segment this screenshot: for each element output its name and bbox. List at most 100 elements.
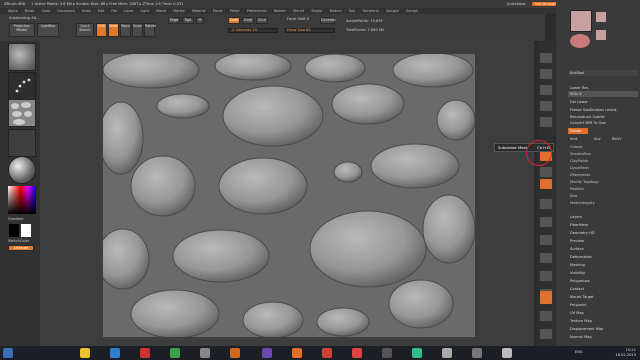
zremesher-section[interactable]: ZRemesher — [568, 172, 638, 178]
material-thumbnail[interactable] — [8, 156, 36, 184]
system-clock[interactable]: 10:21 18.02.2015 — [615, 348, 636, 358]
geometry-hd-section[interactable]: Geometry HD — [568, 230, 638, 236]
morph-target-section[interactable]: Morph Target — [568, 294, 638, 300]
quick-sketch-button[interactable]: Quick Sketch — [76, 23, 94, 37]
stroke-thumbnail[interactable] — [8, 72, 36, 100]
zcut-button[interactable]: Zcut — [256, 17, 268, 24]
contact-section[interactable]: Contact — [568, 286, 638, 292]
recorder-icon[interactable] — [352, 348, 362, 358]
app-icon-6[interactable] — [230, 348, 240, 358]
menu-render[interactable]: Render — [274, 9, 286, 13]
layers-section[interactable]: Layers — [568, 214, 638, 220]
edit-button[interactable]: Edit — [96, 23, 107, 37]
sdiv-slider[interactable]: SDiv 6 — [568, 91, 638, 97]
menu-edit[interactable]: Edit — [98, 9, 105, 13]
tool-thumbnail[interactable] — [570, 10, 592, 32]
divide-button[interactable]: Divide — [568, 128, 588, 134]
simplebrush-icon[interactable] — [570, 34, 590, 48]
polyf-icon[interactable] — [540, 291, 552, 304]
menu-marker[interactable]: Marker — [173, 9, 185, 13]
floor-icon[interactable] — [540, 167, 552, 177]
displacement-map-section[interactable]: Displacement Map — [568, 326, 638, 332]
dynamesh-section[interactable]: DynaMesh — [568, 165, 638, 171]
menu-macro[interactable]: Macro — [156, 9, 166, 13]
start-icon[interactable] — [3, 348, 13, 358]
zbrush-taskbar-icon[interactable] — [292, 348, 302, 358]
meshintegrity-section[interactable]: MeshIntegrity — [568, 200, 638, 206]
transp-icon[interactable] — [540, 311, 552, 321]
menu-zplugin[interactable]: Zplugin — [386, 9, 399, 13]
media-icon[interactable] — [140, 348, 150, 358]
quicksave-button[interactable]: QuickSave — [507, 2, 526, 6]
menu-file[interactable]: File — [111, 9, 117, 13]
menu-tool[interactable]: Tool — [349, 9, 356, 13]
freeze-subdiv-button[interactable]: Freeze SubDivision Levels — [568, 107, 638, 113]
app-icon-15[interactable] — [502, 348, 512, 358]
menu-zscript[interactable]: Zscript — [406, 9, 418, 13]
del-lower-button[interactable]: Del Lower — [568, 99, 638, 105]
subtool-thumbnail-2[interactable] — [596, 30, 606, 40]
texture-map-section[interactable]: Texture Map — [568, 318, 638, 324]
frame-icon[interactable] — [540, 217, 552, 227]
preview-section[interactable]: Preview — [568, 238, 638, 244]
app-icon-7[interactable] — [262, 348, 272, 358]
move-button[interactable]: Move — [120, 23, 131, 37]
menu-alpha[interactable]: Alpha — [8, 9, 18, 13]
secondary-color-swatch[interactable] — [21, 224, 31, 237]
suv-toggle[interactable]: Suv — [592, 136, 608, 142]
solo-icon[interactable] — [540, 329, 552, 339]
scale-button[interactable]: Scale — [132, 23, 143, 37]
menu-light[interactable]: Light — [140, 9, 148, 13]
rotate-view-icon[interactable] — [540, 271, 552, 281]
fibermesh-section[interactable]: FiberMesh — [568, 222, 638, 228]
xyz-icon[interactable] — [540, 199, 552, 209]
color-picker[interactable] — [8, 186, 36, 214]
smt-toggle[interactable]: Smt — [568, 136, 588, 142]
shadowbox-section[interactable]: ShadowBox — [568, 151, 638, 157]
menu-stroke[interactable]: Stroke — [311, 9, 322, 13]
app-icon-4[interactable] — [170, 348, 180, 358]
crease-section[interactable]: Crease — [568, 144, 638, 150]
language-indicator[interactable]: ENG — [575, 350, 583, 354]
menu-picker[interactable]: Picker — [230, 9, 240, 13]
convert-bpr-button[interactable]: Convert BPR To Geo — [568, 120, 638, 126]
app-icon-13[interactable] — [442, 348, 452, 358]
zsub-button[interactable]: Zsub — [242, 17, 254, 24]
position-section[interactable]: Position — [568, 186, 638, 192]
actual-icon[interactable] — [540, 101, 552, 111]
reuv-toggle[interactable]: ReUV — [610, 136, 630, 142]
rgb-button[interactable]: Rgb — [182, 17, 194, 24]
alpha-thumbnail[interactable] — [8, 99, 36, 127]
lightbox-button[interactable]: LightBox — [37, 23, 59, 37]
brush-thumbnail[interactable] — [8, 43, 36, 71]
menu-brush[interactable]: Brush — [25, 9, 35, 13]
menu-texture[interactable]: Texture — [329, 9, 341, 13]
subtool-header[interactable]: SubTool — [568, 70, 638, 76]
polygroups-section[interactable]: Polygroups — [568, 278, 638, 284]
claypolish-section[interactable]: ClayPolish — [568, 158, 638, 164]
app-icon-12[interactable] — [412, 348, 422, 358]
scale-view-icon[interactable] — [540, 253, 552, 263]
draw-button[interactable]: Draw — [108, 23, 119, 37]
menu-movie[interactable]: Movie — [213, 9, 223, 13]
dynamic-button[interactable]: Dynamic — [320, 17, 336, 24]
polypaint-section[interactable]: Polypaint — [568, 302, 638, 308]
menu-document[interactable]: Document — [57, 9, 75, 13]
scroll-icon[interactable] — [540, 69, 552, 79]
deformation-section[interactable]: Deformation — [568, 254, 638, 260]
normal-map-section[interactable]: Normal Map — [568, 334, 638, 340]
zadd-button[interactable]: Zadd — [228, 17, 240, 24]
mrgb-button[interactable]: Mrgb — [168, 17, 180, 24]
surface-section[interactable]: Surface — [568, 246, 638, 252]
projection-master-button[interactable]: Projection Master — [9, 23, 35, 37]
main-color-swatch[interactable] — [9, 224, 19, 237]
modify-topology-section[interactable]: Modify Topology — [568, 179, 638, 185]
canvas-viewport[interactable] — [103, 54, 475, 337]
bpr-icon[interactable] — [540, 53, 552, 63]
switch-color-label[interactable]: SwitchColor — [8, 239, 29, 243]
menu-material[interactable]: Material — [192, 9, 206, 13]
texture-thumbnail[interactable] — [8, 129, 36, 157]
app-icon-5[interactable] — [200, 348, 210, 358]
visibility-section[interactable]: Visibility — [568, 270, 638, 276]
menu-color[interactable]: Color — [41, 9, 50, 13]
